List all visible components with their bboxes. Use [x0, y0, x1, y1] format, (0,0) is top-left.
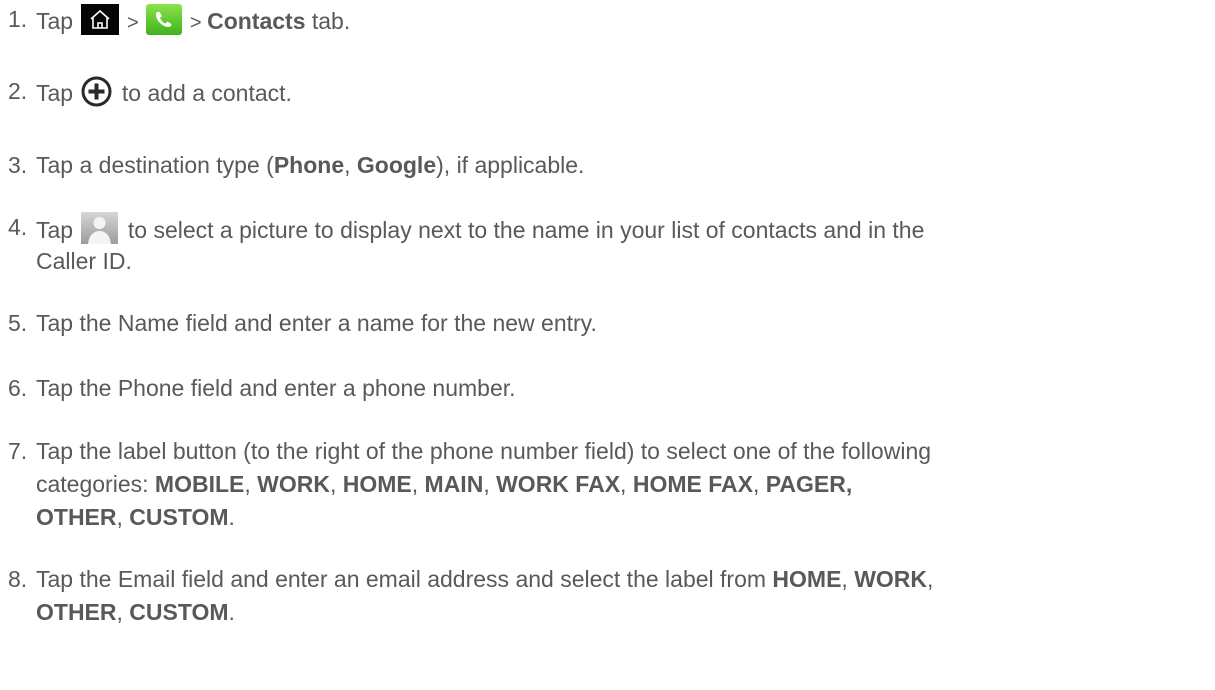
step-text: , [329, 471, 343, 497]
step-number: 3. [8, 152, 28, 178]
step-text: to add a contact. [115, 80, 292, 106]
phone-icon [146, 4, 183, 35]
step-text-bold: MAIN [424, 471, 484, 497]
step-text-bold: Phone [273, 152, 345, 178]
step-text-bold: WORK [854, 566, 928, 592]
step-text: . [228, 504, 235, 530]
step-text-bold: HOME FAX [632, 471, 753, 497]
step-text-bold: Contacts [207, 8, 306, 34]
step-text: Tap the Phone field and enter a phone nu… [36, 375, 516, 401]
step-text-bold: MOBILE [154, 471, 245, 497]
step-text-bold: HOME [772, 566, 842, 592]
step-number: 8. [8, 566, 28, 592]
step-text: , [841, 566, 855, 592]
instruction-list: 1. Tap > > Contacts tab. 2. Tap to add a… [0, 0, 1215, 690]
step-text-bold: OTHER [36, 599, 117, 625]
home-icon [81, 4, 120, 35]
step-text-bold: WORK [257, 471, 330, 497]
step-text: , [927, 566, 934, 592]
step-text: to select a picture to display next to t… [121, 217, 925, 243]
step-text-bold: Google [356, 152, 437, 178]
step-text: tab. [305, 8, 351, 34]
step-text: Tap the Email field and enter an email a… [36, 566, 773, 592]
step-number: 4. [8, 214, 28, 240]
step-text: Caller ID. [36, 248, 132, 274]
step-text: , [116, 504, 130, 530]
step-text: , [752, 471, 766, 497]
step-text-bold: CUSTOM [129, 599, 229, 625]
step-text: , [483, 471, 497, 497]
step-number: 1. [8, 6, 28, 32]
step-text: Tap [36, 217, 80, 243]
step-text: . [228, 599, 235, 625]
step-text: categories: [36, 471, 155, 497]
step-number: 7. [8, 438, 28, 464]
step-number: 2. [8, 78, 28, 104]
step-text: Tap the label button (to the right of th… [36, 438, 932, 464]
step-text: , [620, 471, 633, 497]
add-icon [81, 76, 112, 107]
step-text-bold: WORK FAX [496, 471, 621, 497]
step-number: 6. [8, 375, 28, 401]
step-text-bold: CUSTOM [129, 504, 229, 530]
step-text: , [344, 152, 357, 178]
step-text: Tap [36, 8, 80, 34]
step-text: Tap the Name field and enter a name for … [36, 310, 597, 336]
step-text-bold: OTHER [36, 504, 117, 530]
step-text: , [411, 471, 425, 497]
step-text: ), if applicable. [436, 152, 585, 178]
step-text-bold: PAGER, [765, 471, 853, 497]
contact-picture-icon [81, 212, 119, 244]
step-text: , [244, 471, 258, 497]
step-text: > [121, 12, 145, 34]
step-text: Tap a destination type ( [36, 152, 274, 178]
step-number: 5. [8, 310, 28, 336]
step-text: , [116, 599, 130, 625]
step-text: > [184, 12, 208, 34]
step-text-bold: HOME [342, 471, 412, 497]
step-text: Tap [36, 80, 80, 106]
